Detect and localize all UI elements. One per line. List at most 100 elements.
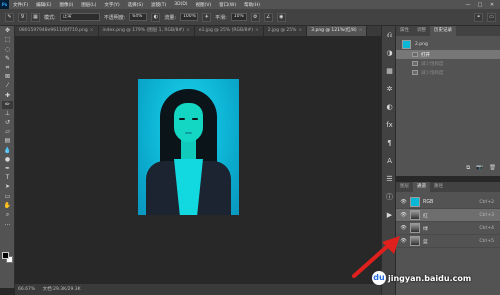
adjustments-panel-icon[interactable]: ◐ (384, 102, 395, 112)
tab-document-4[interactable]: 2.jpg @ 25% × (264, 26, 308, 36)
new-document-from-state-icon[interactable]: ⧉ (466, 165, 470, 172)
dodge-tool-icon[interactable]: ● (2, 156, 13, 164)
menu-image[interactable]: 图像(I) (55, 2, 77, 8)
channel-row-rgb[interactable]: 👁 RGB Ctrl+2 (396, 196, 500, 209)
hand-tool-icon[interactable]: ✋ (2, 202, 13, 210)
mode-select[interactable]: 正常 (59, 13, 100, 21)
smoothing-input[interactable]: 10% (230, 13, 247, 21)
brush-size-picker[interactable]: 9 (18, 12, 27, 22)
tab-close-icon[interactable]: × (186, 28, 190, 33)
brush-panel-icon[interactable]: ▦ (31, 12, 40, 22)
tab-channels[interactable]: 通道 (413, 182, 430, 192)
tab-layers[interactable]: 图层 (396, 182, 413, 192)
menu-window[interactable]: 窗口(W) (215, 2, 240, 8)
color-panel-icon[interactable]: ◑ (384, 48, 395, 58)
character-panel-icon[interactable]: A (384, 156, 395, 166)
visibility-eye-icon[interactable]: 👁 (400, 212, 407, 218)
history-snapshot[interactable]: 2.png (396, 39, 500, 50)
pen-tool-icon[interactable]: ✒ (2, 165, 13, 173)
tab-close-icon[interactable]: × (359, 28, 363, 33)
photo-eye-left (179, 118, 185, 120)
menu-help[interactable]: 帮助(H) (240, 2, 264, 8)
visibility-eye-icon[interactable]: 👁 (400, 238, 407, 244)
new-snapshot-icon[interactable]: 📷 (476, 165, 483, 172)
libraries-panel-icon[interactable]: ☰ (384, 174, 395, 184)
info-panel-icon[interactable]: ⓘ (384, 192, 395, 202)
tab-close-icon[interactable]: × (298, 28, 302, 33)
canvas-area[interactable] (15, 36, 381, 284)
pressure-opacity-icon[interactable]: ◐ (151, 12, 161, 22)
channel-row-red[interactable]: 👁 红 Ctrl+3 (396, 209, 500, 222)
smoothing-settings-icon[interactable]: ⚙ (250, 12, 260, 22)
tab-paths[interactable]: 路径 (430, 182, 447, 192)
visibility-eye-icon[interactable]: 👁 (400, 199, 407, 205)
menu-filter[interactable]: 滤镜(T) (147, 2, 170, 8)
tab-document-2[interactable]: index.png @ 179% (图层 1, RGB/8#) × (99, 26, 195, 36)
baidu-logo-icon: du (372, 271, 386, 285)
channel-row-green[interactable]: 👁 绿 Ctrl+4 (396, 222, 500, 235)
foreground-color-swatch[interactable] (2, 252, 9, 259)
channel-row-blue[interactable]: 👁 蓝 Ctrl+5 (396, 235, 500, 248)
type-tool-icon[interactable]: T (2, 174, 13, 182)
tab-close-icon[interactable]: × (90, 28, 94, 33)
minimize-icon[interactable]: — (465, 2, 471, 8)
brush-tool-icon[interactable]: ✏ (2, 100, 13, 109)
workspace-icon[interactable]: ▭ (487, 12, 496, 22)
menu-select[interactable]: 选择(S) (124, 2, 147, 8)
history-brush-tool-icon[interactable]: ↺ (2, 119, 13, 127)
tab-document-active[interactable]: 3.png @ 121%(红/8) × (307, 26, 368, 36)
tab-properties[interactable]: 属性 (396, 26, 413, 36)
move-tool-icon[interactable]: ✥ (2, 27, 13, 35)
menu-file[interactable]: 文件(F) (9, 2, 32, 8)
maximize-icon[interactable]: □ (477, 2, 483, 8)
pressure-size-icon[interactable]: ◉ (276, 12, 286, 22)
history-step[interactable]: 减少饱和度 (396, 68, 500, 77)
brush-settings-icon[interactable]: ✲ (384, 84, 395, 94)
history-step[interactable]: 打开 (396, 50, 500, 59)
path-select-tool-icon[interactable]: ➤ (2, 183, 13, 191)
tab-adjustments[interactable]: 调整 (413, 26, 430, 36)
eraser-tool-icon[interactable]: ▱ (2, 128, 13, 136)
rectangle-tool-icon[interactable]: ▭ (2, 193, 13, 201)
paragraph-panel-icon[interactable]: ¶ (384, 138, 395, 148)
lasso-tool-icon[interactable]: ◌ (2, 46, 13, 54)
more-tools-icon[interactable]: … (2, 220, 13, 228)
brush-tool-preset-icon[interactable]: ✎ (5, 12, 14, 22)
history-step[interactable]: 减少饱和度 (396, 59, 500, 68)
history-panel-icon[interactable]: ⎌ (384, 30, 395, 40)
tab-close-icon[interactable]: × (255, 28, 259, 33)
actions-panel-icon[interactable]: ▶ (384, 210, 395, 220)
tab-document-3[interactable]: e1.jpg @ 25% (RGB/8#) × (195, 26, 264, 36)
gradient-tool-icon[interactable]: ▤ (2, 137, 13, 145)
flow-input[interactable]: 100% (180, 13, 199, 21)
zoom-level[interactable]: 66.67% (18, 287, 35, 292)
frame-tool-icon[interactable]: ⊠ (2, 73, 13, 81)
visibility-eye-icon[interactable]: 👁 (400, 225, 407, 231)
styles-panel-icon[interactable]: fx (384, 120, 395, 130)
color-swatches[interactable] (2, 252, 13, 264)
crop-tool-icon[interactable]: ⌗ (2, 64, 13, 72)
menu-view[interactable]: 视图(V) (192, 2, 216, 8)
menu-3d[interactable]: 3D(D) (170, 2, 191, 7)
menu-type[interactable]: 文字(Y) (100, 2, 123, 8)
blur-tool-icon[interactable]: 💧 (2, 147, 13, 155)
menu-edit[interactable]: 编辑(E) (32, 2, 55, 8)
channel-thumbnail (410, 197, 420, 207)
symmetry-icon[interactable]: ⚭ (474, 12, 483, 22)
delete-state-icon[interactable]: 🗑 (489, 165, 496, 172)
close-icon[interactable]: ✕ (489, 2, 495, 8)
eyedropper-tool-icon[interactable]: ⁄ (2, 82, 13, 90)
menu-layer[interactable]: 图层(L) (77, 2, 100, 8)
zoom-tool-icon[interactable]: ⌕ (2, 211, 13, 219)
airbrush-icon[interactable]: ✈ (202, 12, 212, 22)
swatches-panel-icon[interactable]: ▦ (384, 66, 395, 76)
tab-document-1[interactable]: 0801597948e961100f710.png × (15, 26, 99, 36)
id-photo-image[interactable] (138, 79, 239, 215)
clone-stamp-tool-icon[interactable]: ⊥ (2, 110, 13, 118)
angle-icon[interactable]: ∠ (263, 12, 273, 22)
healing-brush-tool-icon[interactable]: ✚ (2, 92, 13, 100)
tab-history[interactable]: 历史记录 (430, 26, 456, 36)
marquee-tool-icon[interactable]: ⬚ (2, 36, 13, 44)
opacity-input[interactable]: 64% (129, 13, 148, 21)
quick-select-tool-icon[interactable]: ✎ (2, 55, 13, 63)
